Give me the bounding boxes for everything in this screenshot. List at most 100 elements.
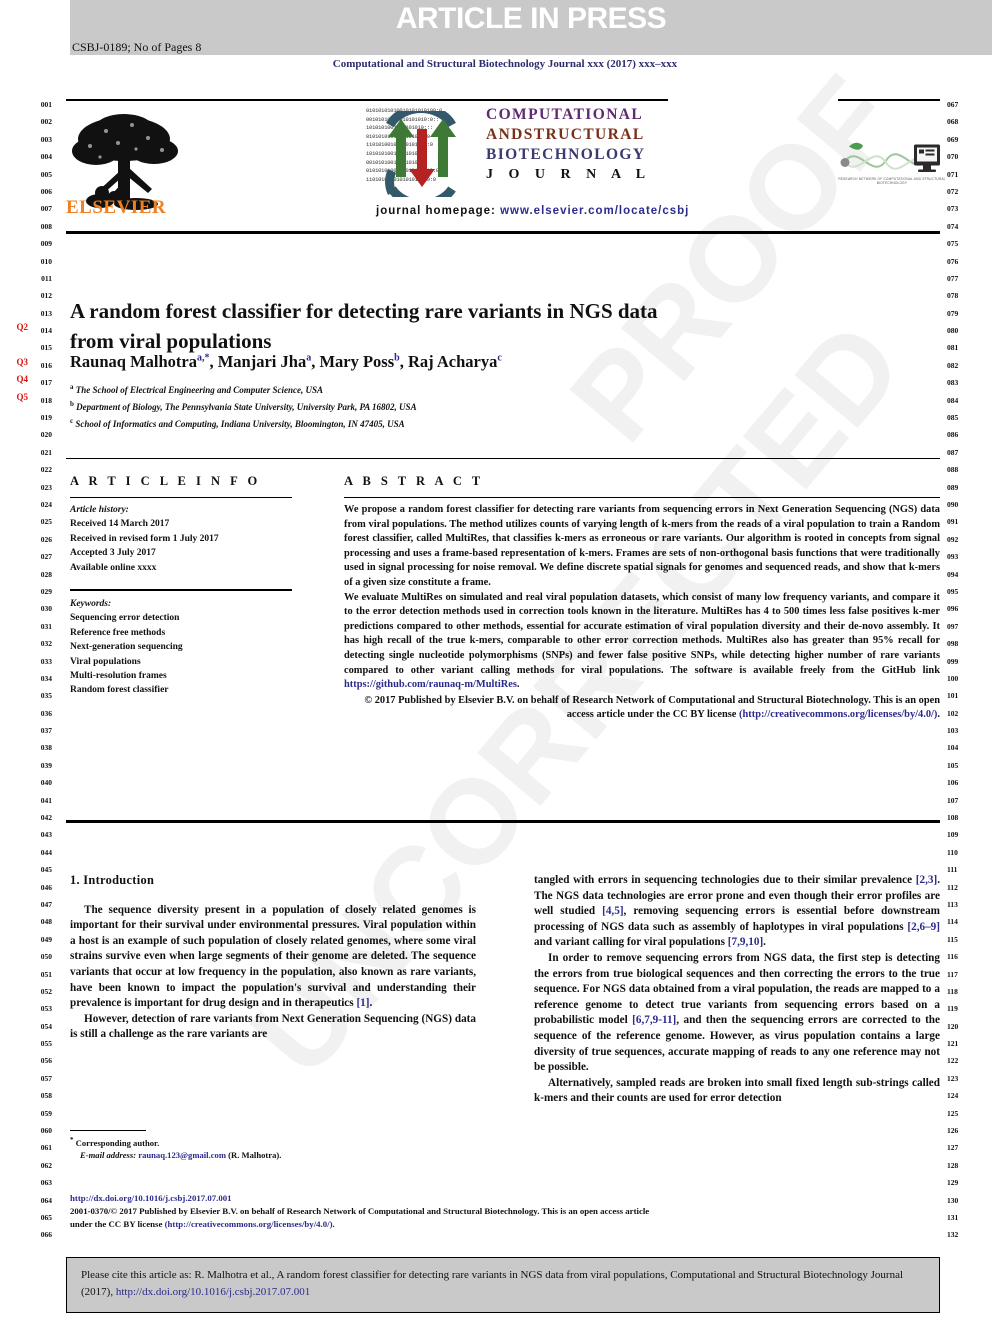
abstract-paragraph-1: We propose a random forest classifier fo… [344,504,940,588]
line-number: 013 [40,308,52,318]
line-number: 017 [40,378,52,388]
line-number: 055 [40,1039,52,1049]
line-number: 078 [947,291,959,301]
email-link[interactable]: raunaq.123@gmail.com [138,1150,226,1160]
line-number: 033 [40,656,52,666]
line-number: 060 [40,1126,52,1136]
line-number: 131 [947,1213,959,1222]
article-in-press-banner: ARTICLE IN PRESS [70,0,992,55]
license-link-footer[interactable]: (http://creativecommons.org/licenses/by/… [165,1219,333,1229]
line-number: 065 [40,1213,52,1222]
csbj-logo-caption: RESEARCH NETWORK OF COMPUTATIONAL AND ST… [838,177,946,185]
page-title: A random forest classifier for detecting… [70,299,658,354]
query-marker-q3[interactable]: Q3 [16,357,28,367]
line-number: 081 [947,343,959,353]
query-marker-q2[interactable]: Q2 [16,322,28,332]
author-name: Mary Poss [319,352,395,371]
author-affiliation-mark: a,* [196,352,210,364]
article-info-rule-top [70,497,292,499]
abstract-paragraph-2: We evaluate MultiRes on simulated and re… [344,591,940,693]
email-note: E-mail address: raunaq.123@gmail.com (R.… [70,1149,470,1162]
right-p1-e: . [763,936,766,949]
line-number: 116 [947,952,958,962]
citation-ref[interactable]: [2,6–9] [907,921,940,933]
issn-text: 2001-0370/© 2017 Published by Elsevier B… [70,1205,650,1229]
article-history-item: Available online xxxx [70,562,157,573]
issn-tail: . [332,1218,335,1229]
line-number: 118 [947,986,958,996]
query-marker-q5[interactable]: Q5 [16,392,28,402]
line-number: 002 [40,117,52,127]
line-number: 025 [40,517,52,527]
author-affiliation-mark: a [306,352,312,364]
journal-homepage-url[interactable]: www.elsevier.com/locate/csbj [500,205,689,217]
author-name: Manjari Jha [217,352,307,371]
line-number: 027 [40,552,52,562]
line-number: 125 [947,1108,959,1118]
abstract-body: We propose a random forest classifier fo… [344,503,940,723]
line-number: 064 [40,1195,52,1205]
line-number: 021 [40,447,52,457]
line-number: 034 [40,673,52,683]
line-number: 094 [947,569,959,579]
citation-ref[interactable]: [2,3] [916,874,937,886]
line-number: 115 [947,934,958,944]
citation-ref[interactable]: [1] [356,997,369,1009]
affiliation-item: a The School of Electrical Engineering a… [70,383,324,395]
journal-title-lines: COMPUTATIONAL ANDSTRUCTURAL BIOTECHNOLOG… [486,105,651,185]
line-number: 012 [40,291,52,301]
line-number: 053 [40,1004,52,1014]
article-history-item: Received 14 March 2017 [70,519,170,530]
article-info-rule-mid [70,589,292,591]
footnote-block: * Corresponding author. E-mail address: … [70,1134,470,1162]
line-number: 066 [40,1230,52,1240]
journal-masthead: ELSEVIER 01010101010010101010100:0 00101… [66,101,945,229]
line-number: 109 [947,830,959,840]
citation-ref[interactable]: [7,9,10] [728,936,763,948]
line-number: 119 [947,1004,958,1014]
author-affiliation-mark: b [394,352,400,364]
article-history-label: Article history: [70,505,129,515]
keyword-item: Reference free methods [70,627,166,638]
line-number: 132 [947,1230,959,1240]
line-number: 040 [40,778,52,788]
line-number: 039 [40,760,52,770]
line-number: 006 [40,186,52,196]
line-number: 061 [40,1143,52,1153]
line-number: 127 [947,1143,959,1153]
citation-ref[interactable]: [4,5] [602,905,623,917]
journal-title-line-2: ANDSTRUCTURAL [486,126,645,143]
license-link[interactable]: (http://creativecommons.org/licenses/by/… [739,709,937,720]
line-number: 038 [40,743,52,753]
citation-ref[interactable]: [6,7,9-11] [632,1014,676,1026]
line-number: 015 [40,343,52,353]
affiliation-item: b Department of Biology, The Pennsylvani… [70,400,417,413]
line-number: 082 [947,360,959,370]
journal-title-line-3: BIOTECHNOLOGY [486,146,646,163]
line-number: 085 [947,413,959,423]
doi-link[interactable]: http://dx.doi.org/10.1016/j.csbj.2017.07… [70,1192,670,1205]
query-marker-q4[interactable]: Q4 [16,374,28,384]
line-number: 026 [40,534,52,544]
line-number: 108 [947,813,959,823]
github-link[interactable]: https://github.com/raunaq-m/MultiRes [344,679,517,690]
line-number: 057 [40,1073,52,1083]
intro-paragraph-1: The sequence diversity present in a popu… [70,903,476,1012]
line-number: 088 [947,465,959,475]
abstract-rule-bottom [66,820,940,823]
body-column-left: 1. Introduction The sequence diversity p… [70,873,476,1043]
line-number: 107 [947,795,959,805]
line-number: 084 [947,395,959,405]
line-number: 099 [947,656,959,666]
cite-doi-link[interactable]: http://dx.doi.org/10.1016/j.csbj.2017.07… [116,1286,310,1298]
line-number: 001 [40,100,52,109]
line-number: 077 [947,273,959,283]
line-number: 086 [947,430,959,440]
corresponding-author-label: Corresponding author. [75,1137,160,1148]
line-number: 095 [947,586,959,596]
author-name: Raj Acharya [407,352,498,371]
keyword-item: Viral populations [70,656,141,667]
line-number: 030 [40,604,52,614]
line-number: 124 [947,1091,959,1101]
line-number: 089 [947,482,959,492]
